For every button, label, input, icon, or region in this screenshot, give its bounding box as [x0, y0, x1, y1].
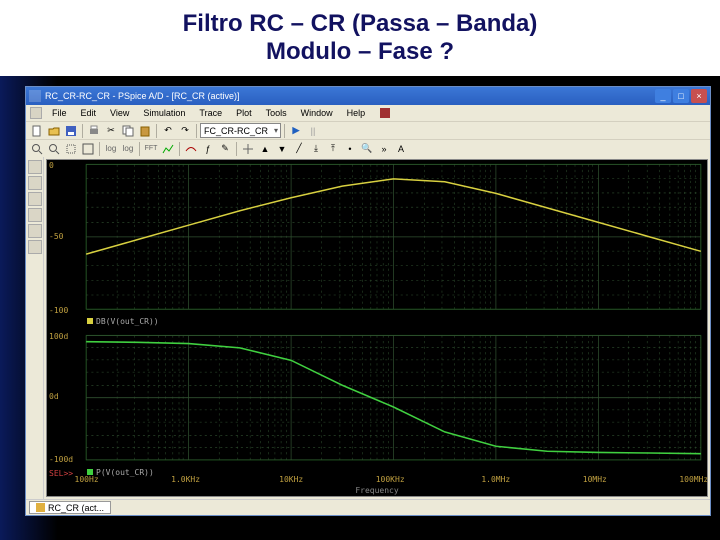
chart-zone[interactable]: 0 -50 -100 DB(V(out_CR))	[46, 159, 708, 497]
xaxis-title: Frequency	[355, 486, 398, 495]
magnitude-plot[interactable]: 0 -50 -100 DB(V(out_CR))	[47, 160, 707, 325]
xtick-1: 1.0KHz	[171, 475, 200, 484]
palette-bias-i-icon[interactable]	[28, 224, 42, 238]
palette-current-icon[interactable]	[28, 176, 42, 190]
phase-ytick-1: 0d	[49, 392, 59, 401]
eval-goal-icon[interactable]: ƒ	[200, 141, 216, 157]
mag-ytick-2: -100	[49, 306, 68, 315]
magnitude-grid	[47, 160, 707, 325]
menu-trace[interactable]: Trace	[193, 108, 228, 118]
copy-icon[interactable]	[120, 123, 136, 139]
cursor-point-icon[interactable]: •	[342, 141, 358, 157]
log-y-icon[interactable]: log	[120, 141, 136, 157]
cut-icon[interactable]: ✂	[103, 123, 119, 139]
open-file-icon[interactable]	[46, 123, 62, 139]
undo-icon[interactable]: ↶	[160, 123, 176, 139]
mdi-taskbar: RC_CR (act...	[26, 499, 710, 515]
left-tool-palette	[26, 157, 44, 499]
palette-voltage-icon[interactable]	[28, 160, 42, 174]
phase-grid	[47, 331, 707, 475]
cursor-max-icon[interactable]: ⤒	[325, 141, 341, 157]
cursor-toggle-icon[interactable]	[240, 141, 256, 157]
palette-power-icon[interactable]	[28, 192, 42, 206]
mag-ytick-1: -50	[49, 232, 63, 241]
palette-bias-v-icon[interactable]	[28, 208, 42, 222]
marker-icon[interactable]: ✎	[217, 141, 233, 157]
app-icon	[29, 90, 41, 102]
slide-title-line2: Modulo – Fase ?	[0, 38, 720, 66]
magnitude-trace-color-icon	[87, 318, 93, 324]
xtick-0: 100Hz	[75, 475, 99, 484]
cursor-slope-icon[interactable]: ╱	[291, 141, 307, 157]
add-trace-icon[interactable]	[183, 141, 199, 157]
magnitude-trace-label: DB(V(out_CR))	[87, 317, 159, 326]
cursor-trough-icon[interactable]: ▼	[274, 141, 290, 157]
cursor-peak-icon[interactable]: ▲	[257, 141, 273, 157]
window-title: RC_CR-RC_CR - PSpice A/D - [RC_CR (activ…	[45, 91, 655, 101]
maximize-button[interactable]: □	[673, 89, 689, 103]
pause-button[interactable]: ||	[305, 123, 321, 139]
log-x-icon[interactable]: log	[103, 141, 119, 157]
paste-icon[interactable]	[137, 123, 153, 139]
zoom-toolbar: log log FFT ƒ ✎ ▲ ▼ ╱ ⤓ ⤒ • 🔍 » A	[26, 139, 710, 157]
xtick-6: 100MHz	[679, 475, 708, 484]
menu-file[interactable]: File	[46, 108, 73, 118]
zoom-out-icon[interactable]	[46, 141, 62, 157]
xtick-4: 1.0MHz	[481, 475, 510, 484]
mark-label-icon[interactable]: A	[393, 141, 409, 157]
pspice-window: RC_CR-RC_CR - PSpice A/D - [RC_CR (activ…	[25, 86, 711, 516]
fft-icon[interactable]: FFT	[143, 141, 159, 157]
mdi-tab-icon	[36, 503, 45, 512]
phase-plot[interactable]: 100d 0d -100d SEL>> P(V(out_CR))	[47, 331, 707, 475]
xtick-3: 100KHz	[376, 475, 405, 484]
titlebar[interactable]: RC_CR-RC_CR - PSpice A/D - [RC_CR (activ…	[26, 87, 710, 105]
phase-ytick-0: 100d	[49, 332, 68, 341]
mag-ytick-0: 0	[49, 161, 54, 170]
schematic-combo[interactable]: FC_CR-RC_CR	[200, 123, 281, 138]
zoom-area-icon[interactable]	[63, 141, 79, 157]
menu-view[interactable]: View	[104, 108, 135, 118]
menu-plot[interactable]: Plot	[230, 108, 258, 118]
slide-title-line1: Filtro RC – CR (Passa – Banda)	[0, 10, 720, 38]
mdi-icon[interactable]	[30, 107, 42, 119]
new-file-icon[interactable]	[29, 123, 45, 139]
menu-window[interactable]: Window	[295, 108, 339, 118]
perf-icon[interactable]	[160, 141, 176, 157]
plot-area: 0 -50 -100 DB(V(out_CR))	[26, 157, 710, 499]
palette-bias-w-icon[interactable]	[28, 240, 42, 254]
mdi-tab-rccr[interactable]: RC_CR (act...	[29, 501, 111, 514]
run-button[interactable]: ▶	[288, 123, 304, 139]
menu-simulation[interactable]: Simulation	[137, 108, 191, 118]
xtick-2: 10KHz	[279, 475, 303, 484]
menubar: File Edit View Simulation Trace Plot Too…	[26, 105, 710, 121]
cursor-next-icon[interactable]: »	[376, 141, 392, 157]
slide-title-area: Filtro RC – CR (Passa – Banda) Modulo – …	[0, 0, 720, 76]
main-toolbar: ✂ ↶ ↷ FC_CR-RC_CR ▶ ||	[26, 121, 710, 139]
xtick-5: 10MHz	[583, 475, 607, 484]
close-button[interactable]: ×	[691, 89, 707, 103]
print-icon[interactable]	[86, 123, 102, 139]
zoom-fit-icon[interactable]	[80, 141, 96, 157]
slide-title: Filtro RC – CR (Passa – Banda) Modulo – …	[0, 4, 720, 68]
schematic-combo-value: FC_CR-RC_CR	[204, 126, 268, 136]
minimize-button[interactable]: _	[655, 89, 671, 103]
phase-ytick-2: -100d	[49, 455, 73, 464]
menu-help[interactable]: Help	[341, 108, 372, 118]
mdi-tab-label: RC_CR (act...	[48, 503, 104, 513]
cursor-search-icon[interactable]: 🔍	[359, 141, 375, 157]
cursor-min-icon[interactable]: ⤓	[308, 141, 324, 157]
x-axis: 100Hz 1.0KHz 10KHz 100KHz 1.0MHz 10MHz 1…	[47, 476, 707, 496]
menu-tools[interactable]: Tools	[260, 108, 293, 118]
redo-icon[interactable]: ↷	[177, 123, 193, 139]
save-icon[interactable]	[63, 123, 79, 139]
cadence-logo-icon	[377, 105, 393, 121]
zoom-in-icon[interactable]	[29, 141, 45, 157]
menu-edit[interactable]: Edit	[75, 108, 103, 118]
